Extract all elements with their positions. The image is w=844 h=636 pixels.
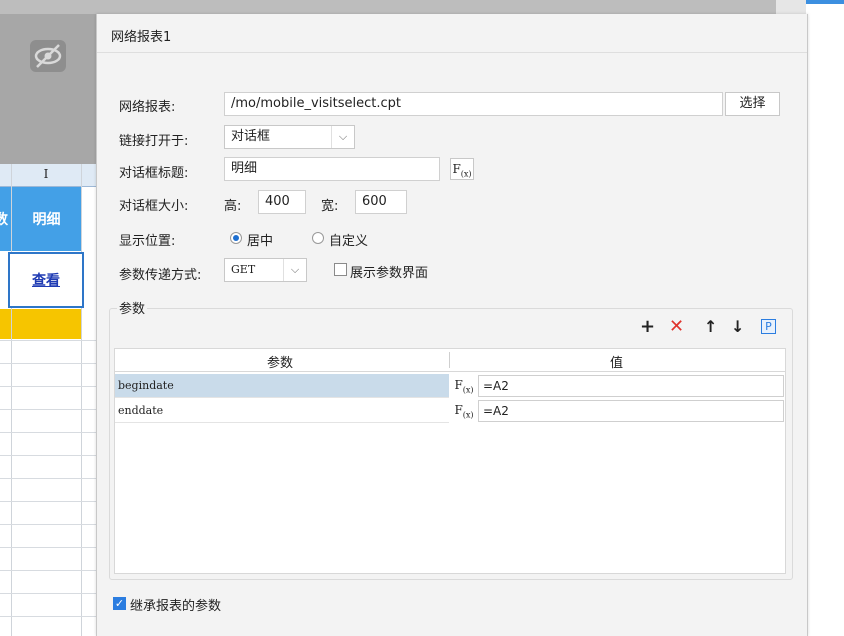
formula-icon[interactable]: F(x) [450,375,478,397]
height-input[interactable]: 400 [258,190,306,214]
params-table-header: 参数 值 [115,349,785,372]
choose-button[interactable]: 选择 [725,92,780,116]
grid-line [0,593,96,594]
move-up-icon[interactable]: ↑ [704,317,717,337]
width-label: 宽: [321,199,339,214]
right-panel-edge [776,0,844,636]
param-value-input[interactable]: =A2 [478,400,784,422]
position-custom-label[interactable]: 自定义 [329,230,368,249]
show-param-ui-label[interactable]: 展示参数界面 [350,262,428,281]
width-input[interactable]: 600 [355,190,407,214]
open-in-label: 链接打开于: [119,134,189,149]
preview-pane [0,14,96,164]
param-method-select[interactable]: GET ⌵ [224,258,307,282]
show-param-ui-checkbox[interactable] [334,263,347,276]
add-icon[interactable]: + [640,317,655,337]
grid-line [0,478,96,479]
param-method-value: GET [231,263,256,276]
grid-line [0,409,96,410]
cell-link-text[interactable]: 查看 [32,270,60,290]
accent-bar [806,0,844,4]
params-table: 参数 值 begindate F(x) =A2 enddate F(x) =A2 [114,348,786,574]
param-method-label: 参数传递方式: [119,268,202,283]
params-group-label: 参数 [117,298,148,317]
eye-hidden-icon [30,40,66,72]
grid-line [0,363,96,364]
cell-link-selected[interactable]: 查看 [8,252,84,308]
grid-line [0,455,96,456]
formula-icon[interactable]: F(x) [450,158,474,180]
param-name-cell[interactable]: enddate [115,399,449,423]
grid-line [0,570,96,571]
grid-line [0,524,96,525]
position-center-radio[interactable] [230,232,242,244]
grid-line [0,432,96,433]
grid-line [0,501,96,502]
dialog-title-label: 对话框标题: [119,166,189,181]
dialog-size-label: 对话框大小: [119,199,189,214]
param-p-icon[interactable]: P [761,319,776,334]
cell-partial[interactable]: 数 [0,187,11,251]
move-down-icon[interactable]: ↓ [731,317,744,337]
report-label: 网络报表: [119,100,176,115]
cell-detail-text: 明细 [32,212,61,228]
cell-yellow[interactable] [0,309,11,339]
open-in-value: 对话框 [231,129,271,144]
position-custom-radio[interactable] [312,232,324,244]
height-label: 高: [224,199,242,214]
grid-line [0,547,96,548]
dialog-title: 网络报表1 [111,30,172,45]
spreadsheet-area: I 数 明细 查看 [0,164,96,636]
cell-yellow[interactable] [12,309,81,339]
value-column-header[interactable]: 值 [610,352,623,371]
param-value-input[interactable]: =A2 [478,375,784,397]
position-center-label[interactable]: 居中 [247,230,273,249]
column-header-label: I [43,167,49,181]
formula-icon[interactable]: F(x) [450,400,478,422]
position-label: 显示位置: [119,234,176,249]
open-in-select[interactable]: 对话框 ⌵ [224,125,355,149]
divider [97,52,807,53]
delete-icon[interactable]: ✕ [669,317,684,337]
table-row[interactable]: begindate F(x) =A2 [115,374,785,398]
grid-line [0,386,96,387]
panel-tab[interactable] [776,0,806,14]
chevron-down-icon: ⌵ [331,126,354,148]
inherit-params-checkbox[interactable]: ✓ [113,597,126,610]
chevron-down-icon: ⌵ [283,259,306,281]
app-top-bar [0,0,844,14]
param-column-header[interactable]: 参数 [267,352,293,371]
inherit-params-label[interactable]: 继承报表的参数 [130,595,221,614]
hyperlink-dialog: 网络报表1 网络报表: /mo/mobile_visitselect.cpt 选… [96,14,808,636]
column-separator [449,352,450,368]
report-path-input[interactable]: /mo/mobile_visitselect.cpt [224,92,723,116]
table-row[interactable]: enddate F(x) =A2 [115,399,785,423]
grid-line [81,164,82,636]
cell-detail-header[interactable]: 明细 [12,187,81,251]
grid-line [0,616,96,617]
cell-partial-text: 数 [0,212,8,228]
dialog-title-input[interactable]: 明细 [224,157,440,181]
grid-line [0,340,96,341]
param-name-cell[interactable]: begindate [115,374,449,398]
